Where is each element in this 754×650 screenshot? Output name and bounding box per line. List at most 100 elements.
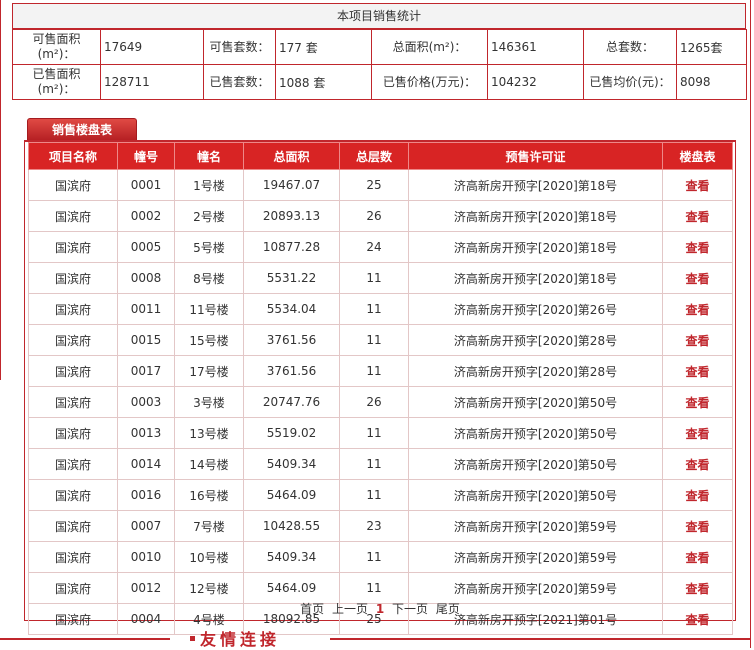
view-link[interactable]: 查看 bbox=[685, 365, 709, 379]
cell-presale-permit: 济高新房开预字[2020]第18号 bbox=[408, 262, 663, 294]
cell-project-name: 国滨府 bbox=[28, 200, 118, 232]
cell-building-name: 5号楼 bbox=[174, 231, 244, 263]
header-total-floors: 总层数 bbox=[339, 142, 409, 170]
last-page-link[interactable]: 尾页 bbox=[436, 602, 460, 616]
cell-total-floors: 26 bbox=[339, 200, 409, 232]
view-link[interactable]: 查看 bbox=[685, 427, 709, 441]
cell-building-name: 3号楼 bbox=[174, 386, 244, 418]
header-total-area: 总面积 bbox=[243, 142, 340, 170]
cell-presale-permit: 济高新房开预字[2020]第59号 bbox=[408, 510, 663, 542]
cell-presale-permit: 济高新房开预字[2020]第59号 bbox=[408, 541, 663, 573]
cell-building-name: 8号楼 bbox=[174, 262, 244, 294]
cell-project-name: 国滨府 bbox=[28, 169, 118, 201]
view-link[interactable]: 查看 bbox=[685, 179, 709, 193]
cell-building-name: 16号楼 bbox=[174, 479, 244, 511]
next-page-link[interactable]: 下一页 bbox=[392, 602, 428, 616]
view-link[interactable]: 查看 bbox=[685, 272, 709, 286]
cell-total-area: 5519.02 bbox=[243, 417, 340, 449]
cell-total-floors: 11 bbox=[339, 262, 409, 294]
cell-building-name: 10号楼 bbox=[174, 541, 244, 573]
prev-page-link[interactable]: 上一页 bbox=[332, 602, 368, 616]
view-link[interactable]: 查看 bbox=[685, 551, 709, 565]
view-link[interactable]: 查看 bbox=[685, 303, 709, 317]
cell-total-floors: 23 bbox=[339, 510, 409, 542]
cell-building-no: 0011 bbox=[117, 293, 175, 325]
cell-presale-permit: 济高新房开预字[2020]第50号 bbox=[408, 479, 663, 511]
table-row: 国滨府 0013 13号楼 5519.02 11 济高新房开预字[2020]第50号 查看 bbox=[28, 417, 733, 449]
cell-building-name: 13号楼 bbox=[174, 417, 244, 449]
table-row: 国滨府 0001 1号楼 19467.07 25 济高新房开预字[2020]第18号 查看 bbox=[28, 169, 733, 201]
footer-line-left bbox=[0, 638, 170, 640]
cell-total-floors: 11 bbox=[339, 324, 409, 356]
current-page: 1 bbox=[375, 602, 385, 616]
cell-building-no: 0013 bbox=[117, 417, 175, 449]
cell-floor-plan: 查看 bbox=[662, 448, 733, 480]
cell-total-area: 5464.09 bbox=[243, 479, 340, 511]
cell-building-no: 0001 bbox=[117, 169, 175, 201]
cell-project-name: 国滨府 bbox=[28, 417, 118, 449]
footer-bullet bbox=[190, 636, 195, 641]
friend-links-title: 友情连接 bbox=[200, 630, 281, 649]
sold-units-value: 1088 套 bbox=[275, 64, 372, 100]
cell-total-area: 20893.13 bbox=[243, 200, 340, 232]
cell-building-no: 0012 bbox=[117, 572, 175, 604]
cell-total-area: 5531.22 bbox=[243, 262, 340, 294]
cell-total-area: 10877.28 bbox=[243, 231, 340, 263]
cell-presale-permit: 济高新房开预字[2020]第50号 bbox=[408, 386, 663, 418]
cell-building-name: 12号楼 bbox=[174, 572, 244, 604]
view-link[interactable]: 查看 bbox=[685, 489, 709, 503]
view-link[interactable]: 查看 bbox=[685, 582, 709, 596]
available-units-label: 可售套数： bbox=[203, 29, 276, 65]
available-area-label: 可售面积(m²)： bbox=[12, 29, 101, 65]
cell-project-name: 国滨府 bbox=[28, 262, 118, 294]
view-link[interactable]: 查看 bbox=[685, 458, 709, 472]
cell-floor-plan: 查看 bbox=[662, 417, 733, 449]
total-units-label: 总套数： bbox=[583, 29, 677, 65]
cell-total-floors: 26 bbox=[339, 386, 409, 418]
view-link[interactable]: 查看 bbox=[685, 210, 709, 224]
view-link[interactable]: 查看 bbox=[685, 520, 709, 534]
cell-presale-permit: 济高新房开预字[2020]第26号 bbox=[408, 293, 663, 325]
cell-building-no: 0008 bbox=[117, 262, 175, 294]
table-row: 国滨府 0007 7号楼 10428.55 23 济高新房开预字[2020]第59号 查看 bbox=[28, 510, 733, 542]
cell-total-area: 10428.55 bbox=[243, 510, 340, 542]
table-row: 国滨府 0015 15号楼 3761.56 11 济高新房开预字[2020]第28号 查看 bbox=[28, 324, 733, 356]
cell-presale-permit: 济高新房开预字[2020]第50号 bbox=[408, 417, 663, 449]
view-link[interactable]: 查看 bbox=[685, 396, 709, 410]
header-building-no: 幢号 bbox=[117, 142, 175, 170]
cell-building-no: 0014 bbox=[117, 448, 175, 480]
total-units-value: 1265套 bbox=[676, 29, 747, 65]
cell-total-floors: 11 bbox=[339, 417, 409, 449]
header-floor-plan: 楼盘表 bbox=[662, 142, 733, 170]
cell-building-name: 17号楼 bbox=[174, 355, 244, 387]
right-border bbox=[750, 0, 751, 648]
table-row: 国滨府 0002 2号楼 20893.13 26 济高新房开预字[2020]第18号 查看 bbox=[28, 200, 733, 232]
cell-building-no: 0003 bbox=[117, 386, 175, 418]
cell-total-area: 5464.09 bbox=[243, 572, 340, 604]
cell-project-name: 国滨府 bbox=[28, 386, 118, 418]
cell-presale-permit: 济高新房开预字[2020]第50号 bbox=[408, 448, 663, 480]
cell-project-name: 国滨府 bbox=[28, 355, 118, 387]
cell-project-name: 国滨府 bbox=[28, 479, 118, 511]
sold-area-label: 已售面积(m²)： bbox=[12, 64, 101, 100]
cell-total-floors: 25 bbox=[339, 169, 409, 201]
sold-area-value: 128711 bbox=[100, 64, 204, 100]
cell-total-floors: 11 bbox=[339, 541, 409, 573]
cell-project-name: 国滨府 bbox=[28, 572, 118, 604]
available-area-value: 17649 bbox=[100, 29, 204, 65]
cell-floor-plan: 查看 bbox=[662, 231, 733, 263]
cell-presale-permit: 济高新房开预字[2020]第28号 bbox=[408, 355, 663, 387]
view-link[interactable]: 查看 bbox=[685, 334, 709, 348]
cell-presale-permit: 济高新房开预字[2020]第59号 bbox=[408, 572, 663, 604]
cell-total-area: 20747.76 bbox=[243, 386, 340, 418]
first-page-link[interactable]: 首页 bbox=[300, 602, 324, 616]
cell-presale-permit: 济高新房开预字[2020]第18号 bbox=[408, 169, 663, 201]
tab-sales-list[interactable]: 销售楼盘表 bbox=[27, 118, 137, 141]
cell-floor-plan: 查看 bbox=[662, 510, 733, 542]
cell-total-area: 5534.04 bbox=[243, 293, 340, 325]
total-area-value: 146361 bbox=[487, 29, 584, 65]
cell-total-area: 3761.56 bbox=[243, 355, 340, 387]
cell-building-name: 1号楼 bbox=[174, 169, 244, 201]
sales-table: 项目名称 幢号 幢名 总面积 总层数 预售许可证 楼盘表 国滨府 0001 1号楼 1… bbox=[28, 142, 733, 635]
view-link[interactable]: 查看 bbox=[685, 241, 709, 255]
